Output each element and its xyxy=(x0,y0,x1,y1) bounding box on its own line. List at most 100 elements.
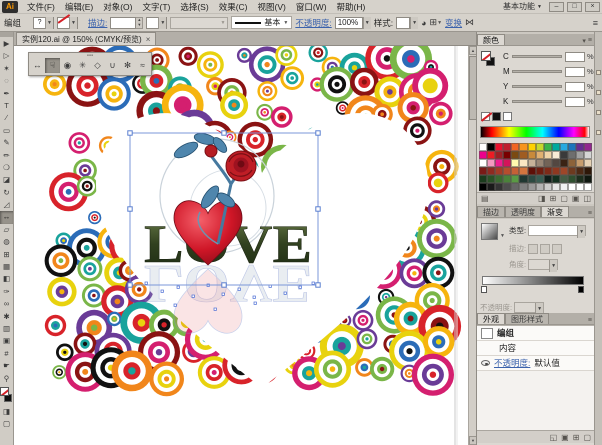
draw-mode-icon[interactable]: ◨ xyxy=(0,406,13,418)
shape-builder-tool[interactable]: ◍ xyxy=(0,236,13,248)
opacity-link[interactable]: 不透明度: xyxy=(494,357,530,369)
swatch[interactable] xyxy=(528,159,536,167)
swatch[interactable] xyxy=(584,159,592,167)
swatch[interactable] xyxy=(552,159,560,167)
zoom-tool[interactable]: ⚲ xyxy=(0,373,13,385)
channel-value-k[interactable] xyxy=(565,97,585,107)
selection-handle[interactable] xyxy=(128,283,132,287)
swatch[interactable] xyxy=(536,151,544,159)
channel-value-c[interactable] xyxy=(565,52,585,62)
menu-item-0[interactable]: 文件(F) xyxy=(22,1,60,13)
swatch[interactable] xyxy=(519,183,527,191)
swatch[interactable] xyxy=(576,183,584,191)
mesh-tool[interactable]: ▦ xyxy=(0,261,13,273)
menu-item-4[interactable]: 选择(S) xyxy=(175,1,213,13)
collapsed-dock-strip[interactable] xyxy=(594,32,602,445)
swatch[interactable] xyxy=(503,143,511,151)
swatch[interactable] xyxy=(495,159,503,167)
selection-handle[interactable] xyxy=(128,131,132,135)
swatch[interactable] xyxy=(503,151,511,159)
delete-swatch-icon[interactable]: ◫ xyxy=(583,194,591,203)
scale-tool[interactable]: ◿ xyxy=(0,199,13,211)
free-transform-tool[interactable]: ▱ xyxy=(0,224,13,236)
recolor-artwork-icon[interactable]: ◕ xyxy=(421,18,426,28)
swatch[interactable] xyxy=(568,143,576,151)
workspace-switcher[interactable]: 基本功能 ▼ xyxy=(499,1,546,12)
swatch[interactable] xyxy=(503,159,511,167)
swatch[interactable] xyxy=(487,175,495,183)
document-tab[interactable]: 实例120.ai @ 150% (CMYK/预览) × xyxy=(16,32,156,45)
visibility-eye-icon[interactable] xyxy=(481,360,490,366)
swatch[interactable] xyxy=(552,183,560,191)
selection-tool[interactable]: ▶ xyxy=(0,38,13,50)
rectangle-tool[interactable]: ▭ xyxy=(0,125,13,137)
new-swatch-icon[interactable]: ▣ xyxy=(572,194,580,203)
clear-appearance-icon[interactable]: ▣ xyxy=(561,433,569,442)
swatch[interactable] xyxy=(552,143,560,151)
swatch[interactable] xyxy=(584,151,592,159)
tab-appearance-0[interactable]: 外观 xyxy=(477,313,505,324)
style-dropdown[interactable] xyxy=(396,17,410,29)
swatch[interactable] xyxy=(511,159,519,167)
swatch[interactable] xyxy=(511,175,519,183)
chevron-down-icon[interactable]: ▼ xyxy=(500,233,505,239)
selection-handle[interactable] xyxy=(316,207,320,211)
width-tool[interactable]: ↔ xyxy=(30,58,45,73)
scallop-tool[interactable]: ∪ xyxy=(105,58,120,73)
blend-tool[interactable]: ∞ xyxy=(0,298,13,310)
gradient-stop-end[interactable] xyxy=(578,286,584,293)
channel-value-y[interactable] xyxy=(565,82,585,92)
opacity-input[interactable]: 100% xyxy=(335,17,363,29)
swatch[interactable] xyxy=(544,175,552,183)
maximize-button[interactable]: □ xyxy=(567,2,582,12)
menu-item-5[interactable]: 效果(C) xyxy=(214,1,253,13)
swatch[interactable] xyxy=(536,143,544,151)
eraser-tool[interactable]: ◪ xyxy=(0,174,13,186)
width-profile-dropdown[interactable]: ▼ xyxy=(146,17,167,29)
swatch[interactable] xyxy=(487,167,495,175)
swatch[interactable] xyxy=(528,143,536,151)
channel-slider-y[interactable] xyxy=(512,85,562,88)
pen-tool[interactable]: ✒ xyxy=(0,88,13,100)
align-dropdown[interactable]: ⊞ ▼ xyxy=(430,17,443,28)
bloat-tool[interactable]: ◇ xyxy=(90,58,105,73)
dock-icon-0[interactable] xyxy=(596,70,601,75)
swatch[interactable] xyxy=(528,175,536,183)
new-group-icon[interactable]: ▢ xyxy=(560,194,568,203)
eyedropper-tool[interactable]: ✑ xyxy=(0,286,13,298)
tab-color[interactable]: 颜色 xyxy=(477,34,505,45)
dock-icon-2[interactable] xyxy=(596,110,601,115)
blob-brush-tool[interactable]: ❍ xyxy=(0,162,13,174)
swatch[interactable] xyxy=(511,167,519,175)
minimize-button[interactable]: – xyxy=(549,2,564,12)
swatch[interactable] xyxy=(560,159,568,167)
selection-handle[interactable] xyxy=(316,131,320,135)
gradient-tool[interactable]: ◧ xyxy=(0,273,13,285)
delete-item-icon[interactable]: ▢ xyxy=(583,433,591,442)
menu-item-6[interactable]: 视图(V) xyxy=(253,1,291,13)
tab-2[interactable]: 渐变 xyxy=(541,206,569,217)
fill-stroke-proxy[interactable] xyxy=(0,386,13,406)
control-panel-menu-icon[interactable]: ≡ xyxy=(593,18,598,28)
white-swatch[interactable] xyxy=(503,112,512,121)
appearance-row-1[interactable]: 内容 xyxy=(477,341,595,356)
stroke-weight-stepper[interactable]: ▲▼ xyxy=(136,17,143,29)
swatch[interactable] xyxy=(479,159,487,167)
swatch[interactable] xyxy=(560,143,568,151)
swatch[interactable] xyxy=(568,167,576,175)
line-segment-tool[interactable]: ∕ xyxy=(0,112,13,124)
swatch[interactable] xyxy=(495,143,503,151)
duplicate-item-icon[interactable]: ⊞ xyxy=(573,433,580,442)
swatch[interactable] xyxy=(487,151,495,159)
perspective-grid-tool[interactable]: ⊞ xyxy=(0,249,13,261)
swatch[interactable] xyxy=(519,167,527,175)
channel-slider-m[interactable] xyxy=(512,70,562,73)
swatch[interactable] xyxy=(495,167,503,175)
swatch[interactable] xyxy=(584,183,592,191)
swatch[interactable] xyxy=(528,167,536,175)
gradient-stop-start[interactable] xyxy=(481,286,487,293)
swatch[interactable] xyxy=(511,183,519,191)
swatch[interactable] xyxy=(552,167,560,175)
swatch[interactable] xyxy=(560,175,568,183)
stroke-panel-link[interactable]: 描边: xyxy=(88,17,107,29)
